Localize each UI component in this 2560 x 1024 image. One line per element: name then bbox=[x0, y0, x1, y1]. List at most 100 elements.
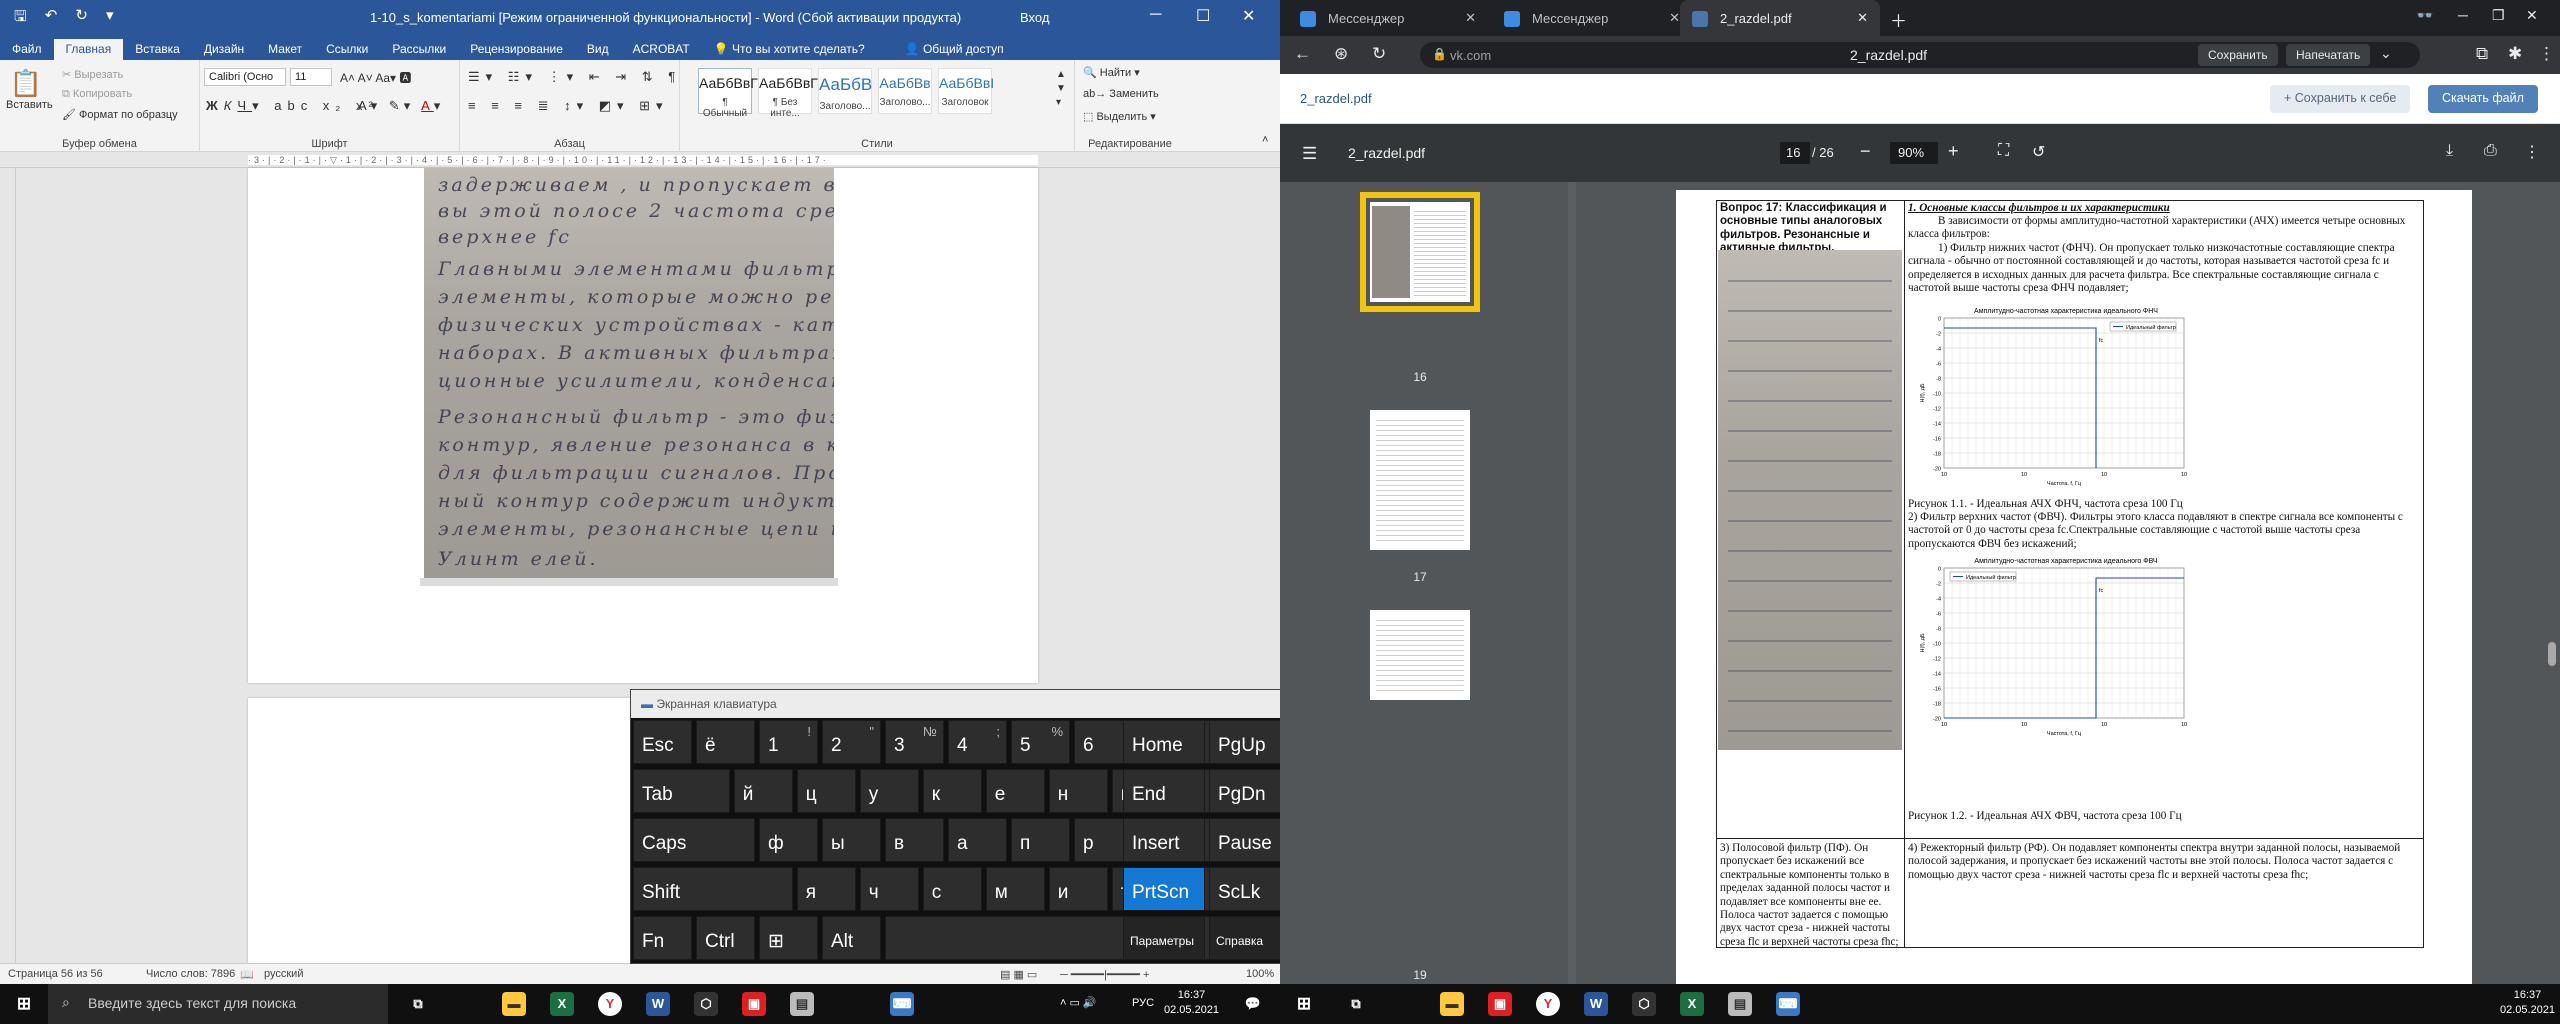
key[interactable]: в bbox=[885, 818, 944, 862]
chevron-down-icon[interactable]: ⌄ bbox=[2380, 45, 2392, 62]
zoom-input[interactable]: 90% bbox=[1890, 142, 1938, 164]
back-icon[interactable]: ← bbox=[1294, 44, 1311, 64]
select-button[interactable]: ⬚ Выделить ▾ bbox=[1083, 110, 1156, 123]
tray-icons[interactable]: ˄ ▭ 🔊 bbox=[1060, 996, 1097, 1011]
style-heading-1[interactable]: АаБбВ Заголово... bbox=[818, 68, 872, 114]
save-icon[interactable]: 🖫 bbox=[14, 6, 27, 31]
forward-disabled-icon[interactable]: ⊛ bbox=[1334, 44, 1348, 64]
key[interactable]: ы bbox=[822, 818, 881, 862]
page-count[interactable]: Страница 56 из 56 bbox=[8, 968, 103, 980]
page-number-input[interactable]: 16 bbox=[1780, 142, 1810, 164]
incognito-icon[interactable]: 👓 bbox=[2416, 7, 2433, 24]
page-thumbnail-active[interactable] bbox=[1360, 192, 1480, 312]
save-to-self-button[interactable]: + Сохранить к себе bbox=[2270, 85, 2411, 113]
list-buttons[interactable]: ☰▾ ☷▾ ⋮▾ ⇤ ⇥ ⇅ ¶ bbox=[468, 69, 681, 85]
tab-references[interactable]: Ссылки bbox=[314, 39, 380, 60]
language-indicator[interactable]: РУС bbox=[1132, 996, 1154, 1011]
page-thumbnail[interactable] bbox=[1370, 610, 1470, 700]
close-tab-icon[interactable]: ✕ bbox=[1669, 10, 1680, 26]
key[interactable]: ё bbox=[696, 720, 755, 764]
excel-icon[interactable]: X bbox=[1680, 992, 1704, 1016]
key[interactable]: 4; bbox=[948, 720, 1007, 764]
font-style-buttons[interactable]: ЖКЧ▾ abc x₂ x² bbox=[206, 98, 379, 114]
close-tab-icon[interactable]: ✕ bbox=[1857, 10, 1868, 26]
key[interactable]: Alt bbox=[822, 916, 881, 960]
style-heading-2[interactable]: АаБбВв Заголово... bbox=[878, 68, 932, 114]
key[interactable]: Параметры bbox=[1123, 916, 1205, 960]
key[interactable]: й bbox=[733, 769, 793, 813]
excel-icon[interactable]: X bbox=[550, 992, 574, 1016]
address-bar[interactable]: 🔒 vk.com 2_razdel.pdf Сохранить Напечата… bbox=[1420, 42, 2420, 68]
sign-in-link[interactable]: Вход bbox=[1020, 10, 1049, 25]
tab-home[interactable]: Главная bbox=[53, 39, 124, 60]
key[interactable]: End bbox=[1123, 769, 1205, 813]
clock[interactable]: 16:37 02.05.2021 bbox=[1164, 988, 1219, 1018]
format-painter-button[interactable]: 🖌 Формат по образцу bbox=[62, 108, 178, 121]
menu-icon[interactable]: ⋮ bbox=[2538, 44, 2555, 64]
key[interactable]: ф bbox=[759, 818, 818, 862]
key[interactable]: 5% bbox=[1011, 720, 1070, 764]
key[interactable]: я bbox=[796, 867, 856, 911]
styles-scroll-icon[interactable]: ▲ ▼ ▾ bbox=[1056, 68, 1066, 110]
font-size-combo[interactable]: 11 bbox=[290, 68, 332, 86]
hamburger-menu-icon[interactable]: ☰ bbox=[1302, 144, 1317, 164]
key[interactable]: Esc bbox=[633, 720, 692, 764]
key[interactable]: а bbox=[948, 818, 1007, 862]
grow-shrink-font-icons[interactable]: A˄ A˅ Aa▾ 🅰 bbox=[340, 69, 411, 86]
word-icon[interactable]: W bbox=[1584, 992, 1608, 1016]
alignment-buttons[interactable]: ≡ ≡ ≡ ≣ ↕▾ ◩▾ ⊞▾ bbox=[468, 98, 669, 114]
key[interactable]: и bbox=[1048, 867, 1108, 911]
language-indicator[interactable]: русский bbox=[264, 968, 303, 980]
app-icon[interactable]: ▤ bbox=[1728, 992, 1752, 1016]
thumbnail-scrollbar[interactable] bbox=[1568, 182, 1576, 984]
key[interactable]: Ctrl bbox=[696, 916, 755, 960]
clock[interactable]: 16:37 02.05.2021 bbox=[2500, 988, 2555, 1018]
style-no-spacing[interactable]: АаБбВвГг, ¶ Без инте... bbox=[758, 68, 825, 119]
puzzle-icon[interactable]: ✱ bbox=[2508, 44, 2522, 64]
key[interactable]: м bbox=[985, 867, 1045, 911]
keyboard-app-icon[interactable]: ⌨ bbox=[1776, 992, 1800, 1016]
zoom-out-icon[interactable]: − bbox=[1860, 141, 1871, 162]
close-tab-icon[interactable]: ✕ bbox=[1465, 10, 1476, 26]
print-icon[interactable]: ⎙ bbox=[2484, 142, 2497, 160]
image-scrollbar[interactable] bbox=[420, 578, 838, 586]
view-buttons[interactable]: ▤ ▦ ▭ bbox=[1000, 968, 1037, 981]
key[interactable]: ⊞ bbox=[759, 916, 818, 960]
tab-review[interactable]: Рецензирование bbox=[458, 39, 575, 60]
style-title[interactable]: АаБбВвI Заголовок bbox=[938, 68, 994, 114]
key[interactable]: ч bbox=[859, 867, 919, 911]
page-thumbnail[interactable] bbox=[1370, 410, 1470, 550]
download-file-button[interactable]: Скачать файл bbox=[2428, 85, 2538, 113]
restore-icon[interactable]: ❐ bbox=[2492, 7, 2505, 24]
notifications-icon[interactable]: 💬 bbox=[1240, 992, 1266, 1016]
collapse-ribbon-icon[interactable]: ˄ bbox=[1262, 134, 1268, 146]
yandex-browser-icon[interactable]: Y bbox=[1536, 992, 1560, 1016]
maximize-icon[interactable]: ☐ bbox=[1196, 6, 1210, 26]
vk-file-name[interactable]: 2_razdel.pdf bbox=[1300, 91, 1372, 106]
windows-start-icon[interactable]: ⊞ bbox=[1292, 992, 1316, 1016]
customize-qat-icon[interactable]: ▾ bbox=[106, 6, 114, 31]
tab-insert[interactable]: Вставка bbox=[123, 39, 192, 60]
pdf-save-button[interactable]: Сохранить bbox=[2198, 44, 2278, 66]
file-explorer-icon[interactable]: ▬ bbox=[502, 992, 526, 1016]
find-button[interactable]: 🔍 Найти ▾ bbox=[1083, 66, 1140, 79]
pdf-print-button[interactable]: Напечатать bbox=[2286, 44, 2371, 66]
pdf-scrollbar-thumb[interactable] bbox=[2548, 642, 2556, 666]
tab-view[interactable]: Вид bbox=[575, 39, 621, 60]
zoom-in-icon[interactable]: + bbox=[1948, 141, 1959, 162]
fit-page-icon[interactable]: ⛶ bbox=[1998, 142, 2009, 160]
minimize-icon[interactable]: ─ bbox=[1150, 6, 1161, 24]
reload-icon[interactable]: ↻ bbox=[1372, 44, 1386, 64]
undo-icon[interactable]: ↶ bbox=[45, 6, 58, 31]
tab-mailings[interactable]: Рассылки bbox=[380, 39, 458, 60]
word-icon[interactable]: W bbox=[646, 992, 670, 1016]
rotate-icon[interactable]: ↺ bbox=[2032, 142, 2045, 162]
new-tab-icon[interactable]: ＋ bbox=[1890, 7, 1907, 32]
tell-me-search[interactable]: 💡 Что вы хотите сделать? bbox=[702, 39, 877, 60]
tab-acrobat[interactable]: ACROBAT bbox=[621, 39, 702, 60]
app-icon[interactable]: ⬡ bbox=[1632, 992, 1656, 1016]
share-button[interactable]: 👤 Общий доступ bbox=[893, 39, 1016, 60]
file-explorer-icon[interactable]: ▬ bbox=[1440, 992, 1464, 1016]
proofing-icon[interactable]: 📖 bbox=[240, 968, 254, 981]
paste-button[interactable]: 📋 Вставить bbox=[6, 68, 53, 111]
